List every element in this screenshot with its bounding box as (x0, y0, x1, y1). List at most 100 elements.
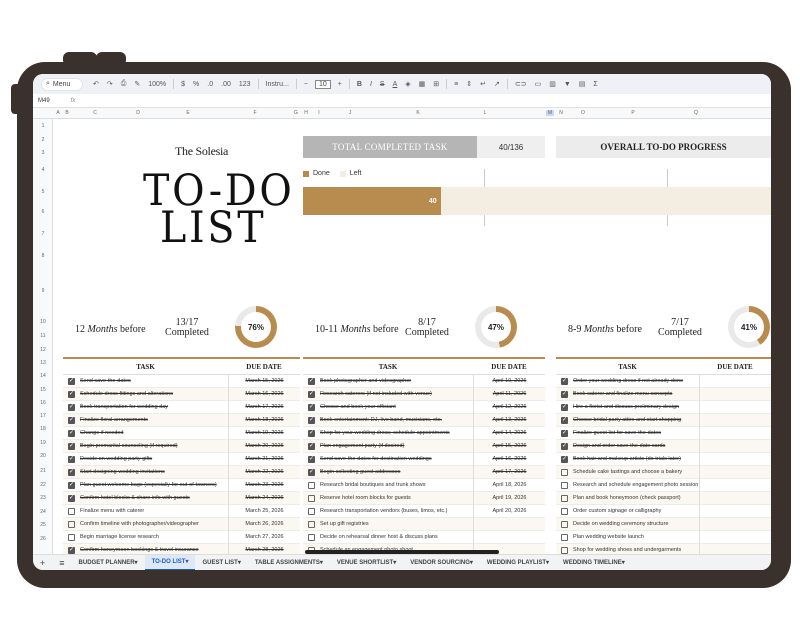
row-header-25[interactable]: 25 (33, 522, 53, 528)
row-header-18[interactable]: 18 (33, 426, 53, 432)
column-header-m[interactable]: M (545, 110, 555, 116)
row-header-21[interactable]: 21 (33, 468, 53, 474)
tab-wedding-timeline[interactable]: WEDDING TIMELINE ▾ (556, 555, 632, 571)
task-checkbox[interactable]: ✓ (68, 494, 75, 502)
task-checkbox[interactable]: ✓ (308, 468, 315, 476)
add-sheet-icon[interactable]: + (33, 555, 52, 571)
task-checkbox[interactable] (561, 468, 568, 476)
column-header-c[interactable]: C (93, 110, 97, 116)
task-checkbox[interactable]: ✓ (561, 455, 568, 463)
row-header-22[interactable]: 22 (33, 482, 53, 488)
row-header-24[interactable]: 24 (33, 509, 53, 515)
row-header-26[interactable]: 26 (33, 536, 53, 542)
task-checkbox[interactable]: ✓ (68, 390, 75, 398)
column-header-o[interactable]: O (581, 110, 585, 116)
column-header-g[interactable]: G (294, 110, 298, 116)
task-checkbox[interactable]: ✓ (308, 390, 315, 398)
row-header-17[interactable]: 17 (33, 413, 53, 419)
task-checkbox[interactable] (561, 507, 568, 515)
column-header-h[interactable]: H (304, 110, 308, 116)
task-checkbox[interactable]: ✓ (561, 403, 568, 411)
task-checkbox[interactable]: ✓ (68, 442, 75, 450)
chevron-down-icon[interactable]: ▾ (546, 559, 549, 566)
row-header-3[interactable]: 3 (33, 150, 53, 156)
task-checkbox[interactable]: ✓ (308, 377, 315, 385)
font-size-input[interactable]: 10 (314, 79, 331, 89)
row-header-6[interactable]: 6 (33, 209, 53, 215)
task-checkbox[interactable]: ✓ (308, 429, 315, 437)
task-checkbox[interactable] (308, 507, 315, 515)
row-header-19[interactable]: 19 (33, 440, 53, 446)
print-icon[interactable]: ⎙ (121, 80, 127, 88)
column-header-k[interactable]: K (416, 110, 419, 116)
column-header-p[interactable]: P (631, 110, 634, 116)
row-header-7[interactable]: 7 (33, 231, 53, 237)
link-icon[interactable]: ⊂⊃ (515, 80, 527, 88)
chevron-down-icon[interactable]: ▾ (622, 559, 625, 566)
task-checkbox[interactable]: ✓ (68, 403, 75, 411)
decrease-decimal-button[interactable]: .0 (207, 81, 213, 88)
column-header-b[interactable]: B (65, 110, 68, 116)
task-checkbox[interactable]: ✓ (308, 416, 315, 424)
column-header-n[interactable]: N (559, 110, 563, 116)
align-icon[interactable]: ≡ (454, 81, 458, 88)
text-color-icon[interactable]: A (393, 81, 398, 88)
task-checkbox[interactable]: ✓ (68, 481, 75, 489)
font-size-decrease[interactable]: − (304, 81, 308, 88)
increase-decimal-button[interactable]: .00 (221, 81, 231, 88)
currency-button[interactable]: $ (181, 81, 185, 88)
bold-icon[interactable]: B (357, 81, 362, 88)
row-header-13[interactable]: 13 (33, 360, 53, 366)
task-checkbox[interactable] (561, 520, 568, 528)
row-header-9[interactable]: 9 (33, 288, 53, 294)
task-checkbox[interactable]: ✓ (68, 546, 75, 554)
column-header-l[interactable]: L (484, 110, 487, 116)
formula-input[interactable] (83, 94, 771, 108)
font-select[interactable]: Instru... (266, 81, 289, 88)
row-header-10[interactable]: 10 (33, 319, 53, 325)
task-checkbox[interactable] (561, 481, 568, 489)
menu-search[interactable]: ⌕ Menu (41, 77, 83, 91)
undo-icon[interactable]: ↶ (93, 80, 99, 88)
tab-vendor-sourcing[interactable]: VENDOR SOURCING ▾ (403, 555, 480, 571)
task-checkbox[interactable] (68, 533, 75, 541)
chevron-down-icon[interactable]: ▾ (320, 559, 323, 566)
row-header-4[interactable]: 4 (33, 167, 53, 173)
row-header-2[interactable]: 2 (33, 137, 53, 143)
row-header-16[interactable]: 16 (33, 400, 53, 406)
row-header-14[interactable]: 14 (33, 373, 53, 379)
strikethrough-icon[interactable]: S (380, 81, 385, 88)
row-header-23[interactable]: 23 (33, 495, 53, 501)
task-checkbox[interactable]: ✓ (561, 390, 568, 398)
row-header-20[interactable]: 20 (33, 453, 53, 459)
rotate-icon[interactable]: ↗ (494, 80, 500, 88)
chevron-down-icon[interactable]: ▾ (470, 559, 473, 566)
task-checkbox[interactable]: ✓ (561, 416, 568, 424)
paint-format-icon[interactable]: ✎ (134, 80, 140, 88)
percent-button[interactable]: % (193, 81, 199, 88)
chevron-down-icon[interactable]: ▾ (393, 559, 396, 566)
all-sheets-icon[interactable]: ≡ (52, 555, 71, 571)
zoom-select[interactable]: 100% (148, 81, 166, 88)
task-checkbox[interactable] (308, 494, 315, 502)
tab-guest-list[interactable]: GUEST LIST ▾ (195, 555, 247, 571)
redo-icon[interactable]: ↷ (107, 80, 113, 88)
task-checkbox[interactable]: ✓ (308, 442, 315, 450)
task-checkbox[interactable] (68, 507, 75, 515)
column-header-q[interactable]: Q (694, 110, 698, 116)
chevron-down-icon[interactable]: ▾ (135, 559, 138, 566)
merge-icon[interactable]: ⊞ (433, 80, 439, 88)
task-checkbox[interactable]: ✓ (561, 429, 568, 437)
tab-to-do-list[interactable]: TO-DO LIST ▾ (144, 554, 196, 570)
chevron-down-icon[interactable]: ▾ (238, 559, 241, 566)
task-checkbox[interactable]: ✓ (308, 455, 315, 463)
comment-icon[interactable]: ▭ (535, 80, 542, 88)
valign-icon[interactable]: ⇕ (466, 80, 472, 88)
italic-icon[interactable]: I (370, 81, 372, 88)
task-checkbox[interactable] (308, 533, 315, 541)
task-checkbox[interactable] (561, 546, 568, 554)
tab-venue-shortlist[interactable]: VENUE SHORTLIST ▾ (330, 555, 403, 571)
column-header-i[interactable]: I (318, 110, 319, 116)
tab-budget-planner[interactable]: BUDGET PLANNER ▾ (72, 555, 145, 571)
row-header-5[interactable]: 5 (33, 189, 53, 195)
